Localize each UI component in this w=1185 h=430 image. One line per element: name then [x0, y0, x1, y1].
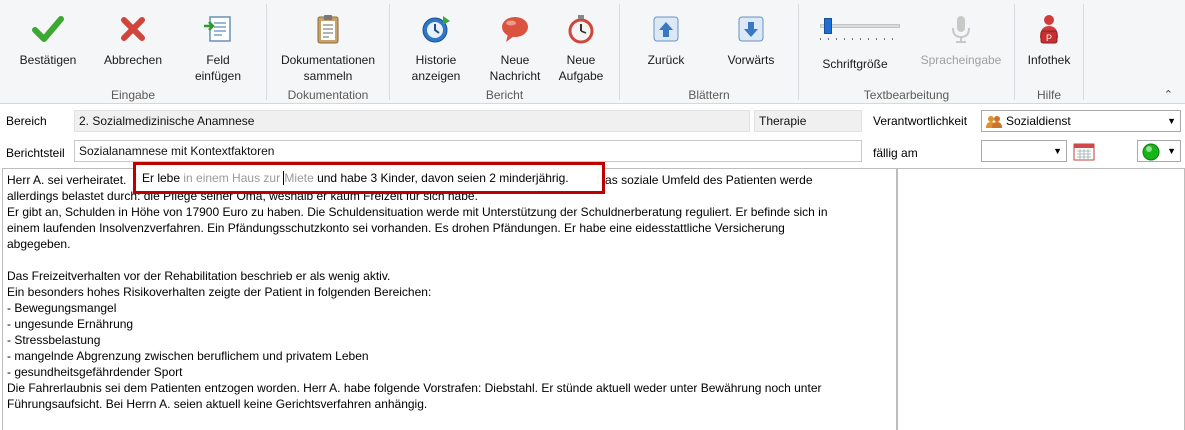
- group-label-hilfe: Hilfe: [1036, 88, 1061, 102]
- due-date-field[interactable]: ▼: [981, 140, 1067, 162]
- side-panel: [897, 168, 1185, 430]
- group-bericht: Historie anzeigen Neue Nachricht Neue Au…: [390, 0, 619, 104]
- autocomplete-suggestion-box: Er lebe in einem Haus zur Miete und habe…: [133, 162, 605, 194]
- ribbon-separator: [1083, 4, 1084, 100]
- microphone-icon: [952, 16, 970, 43]
- ghost-text: in einem Haus zur: [183, 171, 284, 185]
- person-info-icon: P: [1040, 15, 1058, 44]
- insert-field-button[interactable]: Feld einfügen: [180, 6, 256, 84]
- dropdown-arrow-icon[interactable]: ▼: [1053, 141, 1062, 161]
- status-select[interactable]: ▼: [1137, 140, 1181, 162]
- text-line: - Stressbelastung: [7, 333, 101, 347]
- font-size-slider[interactable]: [816, 16, 902, 44]
- group-blaettern: Zurück Vorwärts Blättern: [620, 0, 798, 104]
- berichtsteil-field[interactable]: Sozialanamnese mit Kontextfaktoren: [74, 140, 862, 162]
- cross-icon: [121, 17, 145, 41]
- message-icon: [502, 17, 528, 42]
- text-line: - mangelnde Abgrenzung zwischen beruflic…: [7, 349, 369, 363]
- text-line: [7, 252, 892, 268]
- show-history-button[interactable]: Historie anzeigen: [396, 6, 476, 84]
- new-message-button[interactable]: Neue Nachricht: [478, 6, 552, 84]
- collect-documentation-button[interactable]: Dokumentationen sammeln: [273, 6, 383, 84]
- text-line: - gesundheitsgefährdender Sport: [7, 365, 183, 379]
- report-text-editor[interactable]: Herr A. sei verheiratet. Das soziale Umfe…: [2, 168, 897, 430]
- svg-text:P: P: [1046, 33, 1052, 43]
- text-line: - Bewegungsmangel: [7, 301, 117, 315]
- stopwatch-icon: [568, 15, 594, 44]
- group-label-eingabe: Eingabe: [110, 88, 156, 102]
- people-icon: [986, 115, 1002, 128]
- group-label-blaettern: Blättern: [688, 88, 730, 102]
- verantwortlichkeit-value: Sozialdienst: [1006, 114, 1071, 128]
- berichtsteil-label: Berichtsteil: [6, 146, 65, 160]
- history-icon: [422, 16, 450, 43]
- bereich-tag-field[interactable]: Therapie: [754, 110, 862, 132]
- group-label-dokumentation: Dokumentation: [287, 88, 369, 102]
- insert-field-icon: [204, 16, 231, 42]
- text-line: Das Freizeitverhalten vor der Rehabilita…: [7, 269, 391, 283]
- infothek-button[interactable]: P Infothek: [1019, 6, 1079, 68]
- slider-track: [820, 24, 900, 28]
- text-line: einem laufenden Insolvenzverfahren. Ein …: [7, 221, 785, 235]
- text-line: Ein besonders hohes Risikoverhalten zeig…: [7, 285, 432, 299]
- back-button[interactable]: Zurück: [630, 6, 702, 68]
- bereich-field[interactable]: 2. Sozialmedizinische Anamnese: [74, 110, 750, 132]
- suggestion-text: Er lebe in einem Haus zur Miete und habe…: [142, 171, 569, 185]
- bereich-label: Bereich: [6, 114, 47, 128]
- status-dot-icon: [1142, 143, 1160, 161]
- ghost-text-after-caret: Miete: [284, 171, 314, 185]
- confirm-button[interactable]: Bestätigen: [10, 6, 86, 68]
- ribbon-toolbar: Bestätigen Abbrechen Feld einfügen Einga…: [0, 0, 1185, 104]
- text-line: Die Fahrerlaubnis sei dem Patienten entz…: [7, 381, 822, 395]
- collapse-ribbon-button[interactable]: ⌃: [1164, 88, 1173, 101]
- text-line: - ungesunde Ernährung: [7, 317, 134, 331]
- check-icon: [32, 16, 64, 42]
- slider-ticks: [820, 38, 900, 40]
- font-size-label: Schriftgröße: [822, 57, 888, 71]
- text-line: abgegeben.: [7, 237, 71, 251]
- dropdown-arrow-icon[interactable]: ▼: [1167, 111, 1176, 131]
- dropdown-arrow-icon[interactable]: ▼: [1167, 141, 1176, 161]
- calendar-icon[interactable]: [1073, 141, 1095, 161]
- group-dokumentation: Dokumentationen sammeln Dokumentation: [267, 0, 389, 104]
- text-line: Führungsaufsicht. Bei Herrn A. seien akt…: [7, 397, 428, 411]
- forward-button[interactable]: Vorwärts: [712, 6, 790, 68]
- faellig-label: fällig am: [873, 146, 918, 160]
- verantwortlichkeit-select[interactable]: Sozialdienst ▼: [981, 110, 1181, 132]
- group-eingabe: Bestätigen Abbrechen Feld einfügen Einga…: [0, 0, 266, 104]
- text-line: Er gibt an, Schulden in Höhe von 17900 E…: [7, 205, 828, 219]
- cancel-button[interactable]: Abbrechen: [96, 6, 170, 68]
- group-label-bericht: Bericht: [485, 88, 524, 102]
- speech-input-button[interactable]: Spracheingabe: [913, 6, 1009, 68]
- slider-thumb[interactable]: [823, 18, 832, 34]
- clipboard-icon: [317, 15, 339, 44]
- group-label-textbearbeitung: Textbearbeitung: [863, 88, 950, 102]
- new-task-button[interactable]: Neue Aufgabe: [548, 6, 614, 84]
- verantwortlichkeit-label: Verantwortlichkeit: [873, 114, 968, 128]
- arrow-up-icon: [653, 16, 679, 42]
- arrow-down-icon: [738, 16, 764, 42]
- group-hilfe: P Infothek Hilfe: [1015, 0, 1083, 104]
